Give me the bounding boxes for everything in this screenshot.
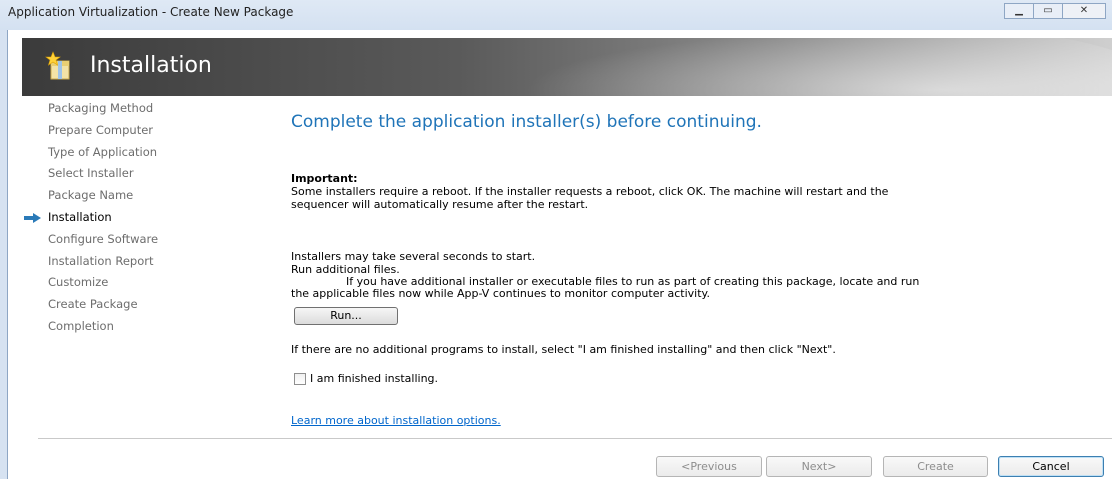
minimize-button[interactable]: ▁ xyxy=(1004,3,1034,19)
nav-step-label: Create Package xyxy=(48,297,138,312)
nav-step-label: Select Installer xyxy=(48,166,134,181)
header-swoosh-decoration xyxy=(452,38,1112,96)
window-titlebar: Application Virtualization - Create New … xyxy=(0,0,1112,30)
nav-step-label: Completion xyxy=(48,318,114,333)
nav-step-label: Prepare Computer xyxy=(48,122,154,137)
finish-instruction-text: If there are no additional programs to i… xyxy=(291,343,836,356)
run-additional-line-2: the applicable files now while App-V con… xyxy=(291,287,710,300)
nav-step-label: Type of Application xyxy=(48,144,158,159)
previous-button[interactable]: <Previous xyxy=(656,456,762,477)
window-title: Application Virtualization - Create New … xyxy=(8,5,294,19)
current-step-arrow-icon xyxy=(24,212,41,223)
important-label: Important: xyxy=(291,172,358,185)
nav-step-create-package: Create Package xyxy=(22,294,272,316)
nav-step-configure-software: Configure Software xyxy=(22,229,272,251)
window-controls: ▁ ▭ ✕ xyxy=(1004,3,1106,19)
nav-step-label: Packaging Method xyxy=(48,101,154,115)
wizard-header: Installation xyxy=(22,38,1112,96)
maximize-button[interactable]: ▭ xyxy=(1033,3,1063,19)
close-button[interactable]: ✕ xyxy=(1062,3,1106,19)
window-frame-left xyxy=(0,30,7,479)
nav-step-label: Customize xyxy=(48,275,109,290)
nav-step-select-installer: Select Installer xyxy=(22,163,272,185)
nav-step-label: Installation Report xyxy=(48,253,154,268)
finished-installing-option[interactable]: I am finished installing. xyxy=(294,372,438,385)
finished-installing-checkbox[interactable] xyxy=(294,372,306,385)
nav-step-completion: Completion xyxy=(22,316,272,338)
nav-step-packaging-method: Packaging Method xyxy=(22,98,272,120)
nav-step-label: Installation xyxy=(48,209,112,224)
nav-step-installation: Installation xyxy=(22,207,272,229)
nav-step-customize: Customize xyxy=(22,272,272,294)
run-button[interactable]: Run... xyxy=(294,307,398,325)
nav-step-label: Configure Software xyxy=(48,231,159,246)
cancel-button[interactable]: Cancel xyxy=(998,456,1104,477)
finished-installing-label[interactable]: I am finished installing. xyxy=(310,372,438,385)
wizard-client-area: Installation Packaging Method Prepare Co… xyxy=(8,30,1112,479)
package-star-icon xyxy=(45,51,70,80)
nav-step-prepare-computer: Prepare Computer xyxy=(22,120,272,142)
nav-step-installation-report: Installation Report xyxy=(22,251,272,273)
learn-more-link[interactable]: Learn more about installation options. xyxy=(291,414,501,427)
wizard-step-list: Packaging Method Prepare Computer Type o… xyxy=(22,98,272,338)
reboot-notice-line-2: sequencer will automatically resume afte… xyxy=(291,198,589,211)
reboot-notice-line-1: Some installers require a reboot. If the… xyxy=(291,185,889,198)
nav-step-type-of-application: Type of Application xyxy=(22,142,272,164)
nav-step-label: Package Name xyxy=(48,188,134,203)
page-heading: Complete the application installer(s) be… xyxy=(291,112,762,132)
next-button[interactable]: Next> xyxy=(766,456,872,477)
nav-step-package-name: Package Name xyxy=(22,185,272,207)
header-title: Installation xyxy=(90,53,212,78)
create-button[interactable]: Create xyxy=(883,456,988,477)
installer-wait-text: Installers may take several seconds to s… xyxy=(291,250,536,263)
footer-divider xyxy=(38,438,1112,439)
